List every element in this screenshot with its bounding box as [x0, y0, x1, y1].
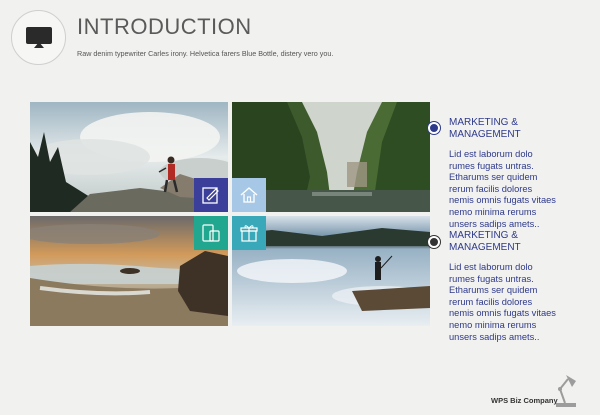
bullet-icon-marketing — [428, 122, 440, 134]
section-body-2: Lid est laborum dolo rumes fugats untras… — [449, 262, 556, 342]
brand-name: WPS Biz Company — [491, 396, 558, 405]
section-heading-line2: MANAGEMENT — [449, 242, 521, 253]
gift-icon — [240, 225, 258, 242]
section-heading-line1: MARKETING & — [449, 230, 518, 241]
section-heading-line2: MANAGEMENT — [449, 129, 521, 140]
header-icon-circle — [11, 10, 66, 65]
tile-devices[interactable] — [194, 216, 228, 250]
home-icon — [240, 187, 258, 203]
section-heading-2: MARKETING & MANAGEMENT — [449, 230, 559, 254]
page-subtitle: Raw denim typewriter Carles irony. Helve… — [77, 49, 334, 58]
edit-icon — [202, 187, 219, 204]
bullet-icon-management — [428, 236, 440, 248]
desk-lamp-icon — [550, 372, 580, 413]
section-body-1: Lid est laborum dolo rumes fugats untras… — [449, 149, 556, 229]
section-heading-line1: MARKETING & — [449, 117, 518, 128]
tile-gift[interactable] — [232, 216, 266, 250]
section-heading-1: MARKETING & MANAGEMENT — [449, 117, 559, 141]
tile-home[interactable] — [232, 178, 266, 212]
monitor-icon — [26, 27, 52, 48]
devices-icon — [202, 224, 220, 242]
tile-edit[interactable] — [194, 178, 228, 212]
page-title: INTRODUCTION — [77, 14, 252, 39]
